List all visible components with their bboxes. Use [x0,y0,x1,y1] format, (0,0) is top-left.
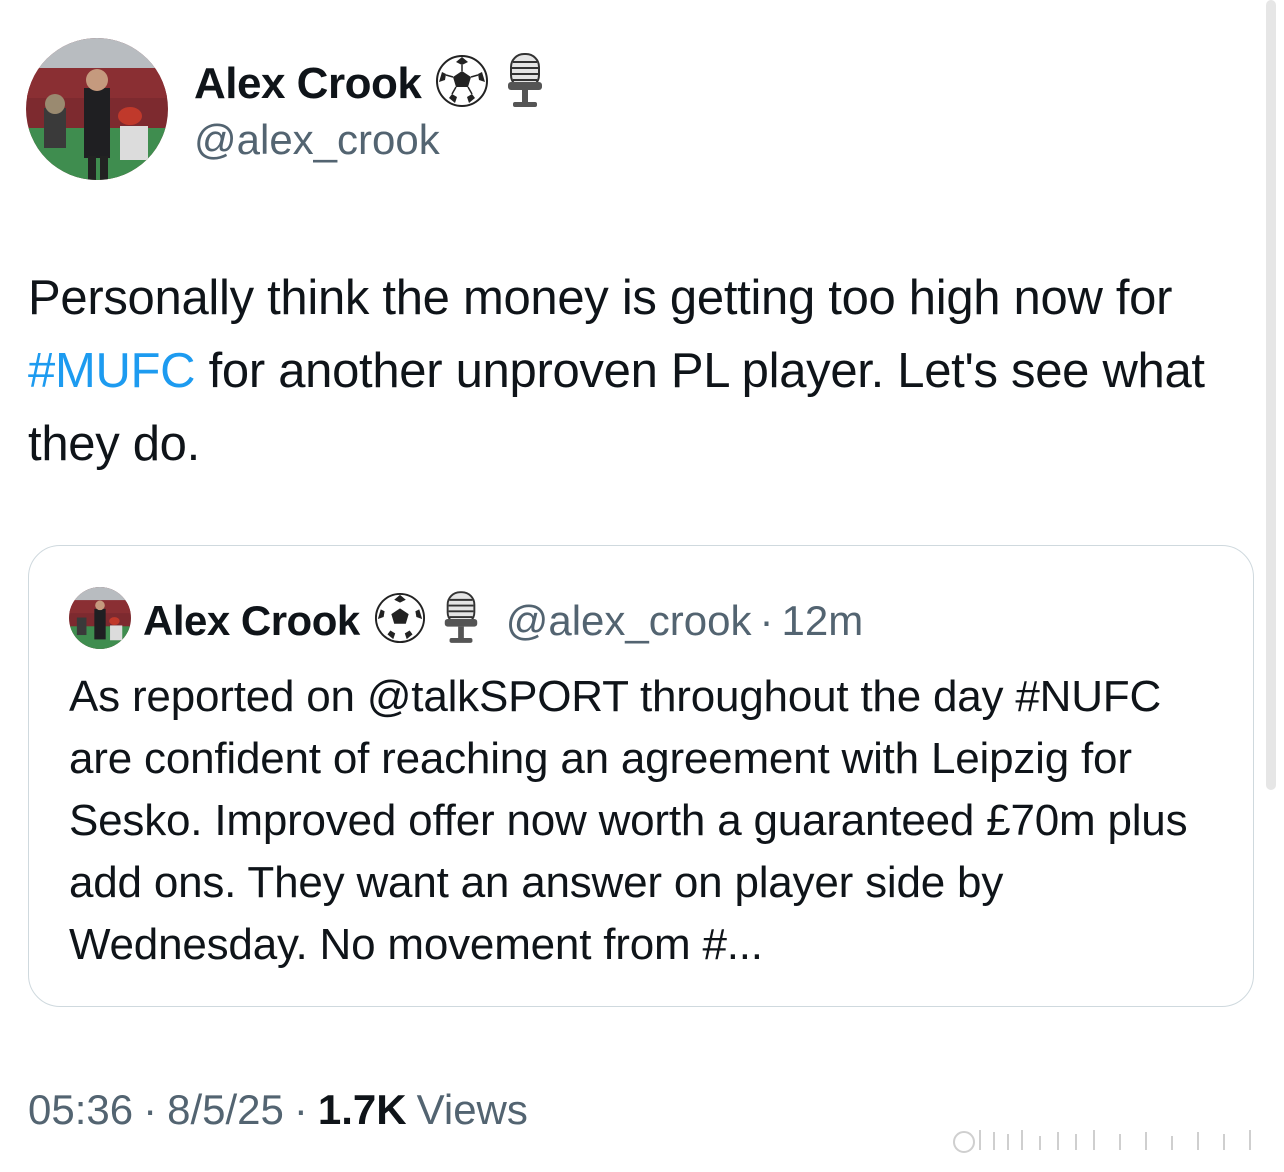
tweet-time[interactable]: 05:36 [28,1086,133,1134]
soccer-ball-icon [435,54,489,113]
quoted-name-row: Alex Crook @alex_crook · 12m [143,590,863,651]
views-count: 1.7K [317,1086,407,1133]
quoted-author-avatar[interactable] [69,587,131,649]
quoted-separator: · [759,596,774,644]
author-avatar[interactable] [26,38,168,180]
tweet-meta: 05:36 · 8/5/25 · 1.7K Views [28,1086,528,1134]
microphone-icon [440,590,482,651]
tweet-text-part1: Personally think the money is getting to… [28,271,1173,325]
quoted-tweet[interactable]: Alex Crook @alex_crook · 12m As reported… [28,545,1254,1007]
tweet-date[interactable]: 8/5/25 [167,1086,284,1134]
author-name-row: Alex Crook [194,52,547,115]
soccer-ball-icon [374,592,426,649]
watermark [950,1120,1270,1162]
quoted-timestamp[interactable]: 12m [781,597,863,645]
scrollbar[interactable] [1266,0,1276,790]
views-label: Views [416,1086,528,1133]
author-display-name[interactable]: Alex Crook [194,59,422,109]
quoted-text: As reported on @talkSPORT throughout the… [69,672,1188,969]
microphone-icon [503,52,547,115]
tweet-text: Personally think the money is getting to… [28,262,1258,481]
meta-separator: · [143,1086,158,1133]
hashtag-link[interactable]: #MUFC [28,344,196,398]
tweet-card: Alex Crook @alex_crook Personally think … [0,0,1284,1172]
meta-separator: · [293,1086,308,1133]
quoted-handle[interactable]: @alex_crook [506,597,752,645]
quoted-display-name[interactable]: Alex Crook [143,597,360,645]
author-handle[interactable]: @alex_crook [194,116,440,164]
tweet-text-part2: for another unproven PL player. Let's se… [28,344,1205,471]
